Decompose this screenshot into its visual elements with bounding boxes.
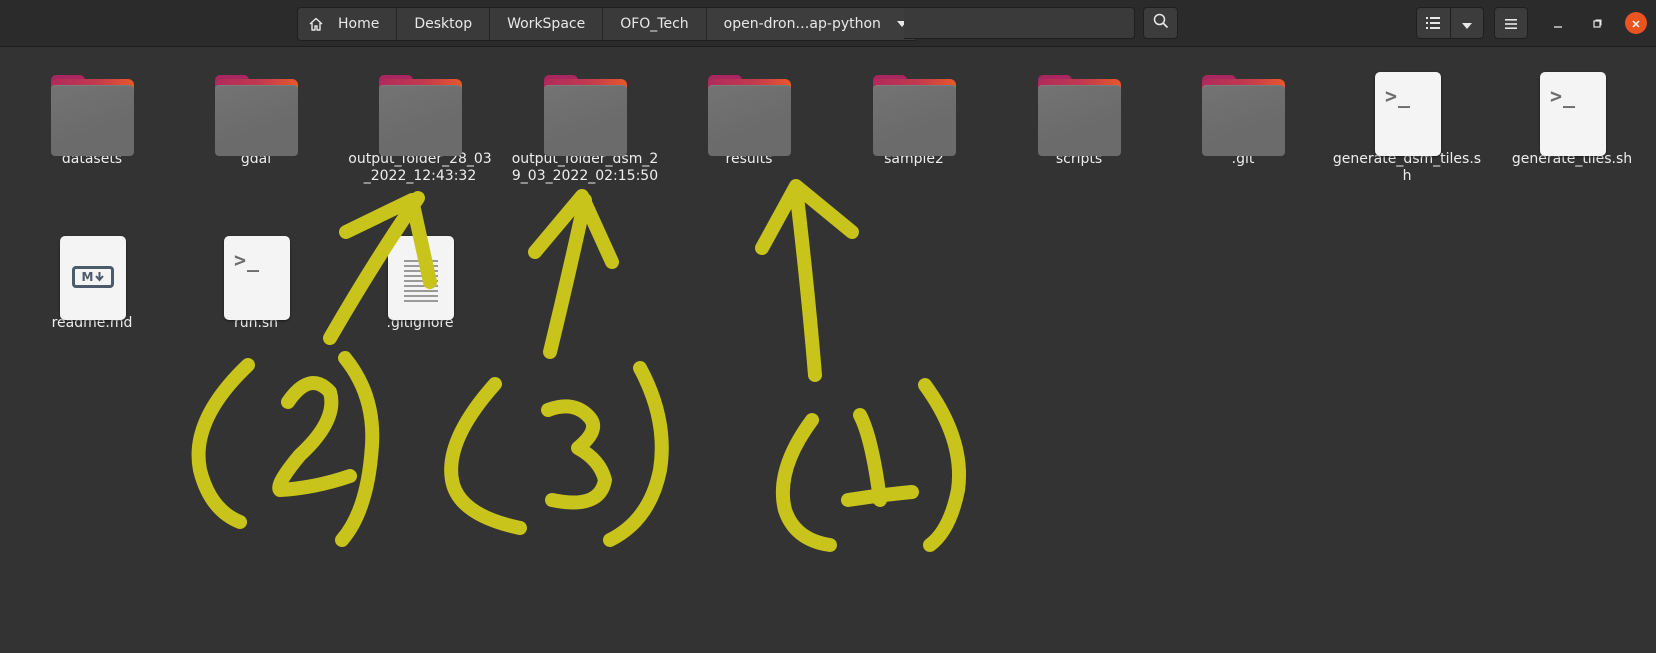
file-item-results[interactable]: results [669,60,829,168]
folder-icon [211,60,301,156]
breadcrumb-workspace[interactable]: WorkSpace [490,8,604,40]
file-item-output-folder-28[interactable]: output_folder_28_03_2022_12:43:32 [340,60,500,185]
folder-icon [704,60,794,156]
breadcrumb-current-folder[interactable]: open-dron…ap-python [706,8,917,40]
markdown-file-icon: M [47,224,137,320]
folder-icon [869,60,959,156]
header-bar: Home Desktop WorkSpace OFO_Tech open-dro… [0,0,1656,47]
main-menu-button[interactable] [1494,7,1528,39]
file-grid: datasets gdal output_folder_28_03_2022_1… [0,46,1656,653]
file-item-readme[interactable]: M readme.md [12,224,172,332]
path-bar-empty-area [904,7,1135,39]
maximize-button[interactable] [1586,12,1608,34]
breadcrumb-label: OFO_Tech [620,16,689,32]
hamburger-menu-icon [1505,14,1517,33]
terminal-script-icon: >_ [1527,60,1617,156]
breadcrumb-label: WorkSpace [507,16,586,32]
view-options-chevron-icon [1461,14,1472,33]
file-item-datasets[interactable]: datasets [12,60,172,168]
minimize-icon [1553,14,1563,33]
view-options-button[interactable] [1451,8,1483,38]
file-item-sample2[interactable]: sample2 [834,60,994,168]
file-item-gitignore[interactable]: .gitignore [340,224,500,332]
minimize-button[interactable] [1547,12,1569,34]
file-item-scripts[interactable]: scripts [999,60,1159,168]
file-item-run-sh[interactable]: >_ run.sh [176,224,336,332]
home-icon [308,16,324,32]
terminal-script-icon: >_ [1362,60,1452,156]
breadcrumb-label: Desktop [414,16,473,32]
maximize-icon [1592,14,1602,33]
list-view-icon [1426,14,1441,33]
breadcrumb-label: open-dron…ap-python [723,16,881,32]
view-toggle-group [1416,7,1484,39]
folder-icon [47,60,137,156]
search-button[interactable] [1143,7,1178,39]
breadcrumb-label: Home [338,16,380,32]
file-item-gdal[interactable]: gdal [176,60,336,168]
folder-icon [1034,60,1124,156]
file-item-generate-dsm-tiles[interactable]: >_ generate_dsm_tiles.sh [1327,60,1487,185]
breadcrumb-home[interactable]: Home [298,8,398,40]
file-item-generate-tiles[interactable]: >_ generate_tiles.sh [1492,60,1652,168]
folder-icon [1198,60,1288,156]
breadcrumb-ofo-tech[interactable]: OFO_Tech [603,8,707,40]
close-button[interactable] [1625,12,1647,34]
search-icon [1153,13,1169,33]
file-item-git[interactable]: .git [1163,60,1323,168]
list-view-button[interactable] [1417,8,1451,38]
breadcrumb-desktop[interactable]: Desktop [397,8,491,40]
file-name: output_folder_dsm_29_03_2022_02:15:50 [511,151,659,184]
folder-icon [540,60,630,156]
file-name: generate_dsm_tiles.sh [1332,151,1482,184]
close-icon [1631,14,1641,33]
breadcrumb: Home Desktop WorkSpace OFO_Tech open-dro… [297,7,918,41]
terminal-script-icon: >_ [211,224,301,320]
file-item-output-folder-dsm-29[interactable]: output_folder_dsm_29_03_2022_02:15:50 [505,60,665,185]
file-name: output_folder_28_03_2022_12:43:32 [348,151,492,184]
text-file-icon [375,224,465,320]
folder-icon [375,60,465,156]
